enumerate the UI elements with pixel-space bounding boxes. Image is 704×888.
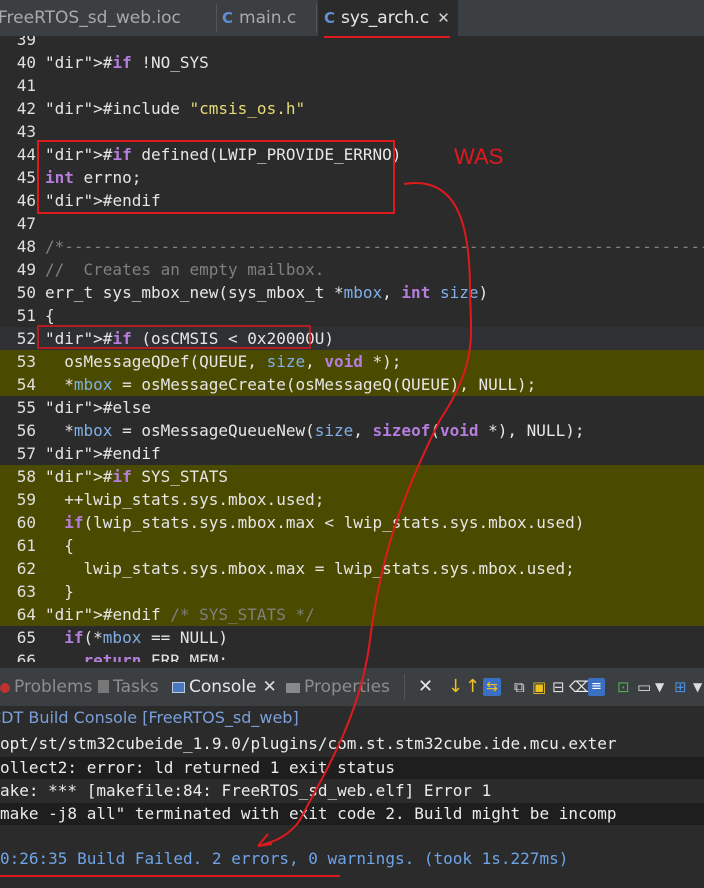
annotation-arrow <box>257 182 473 847</box>
annotation-box-was <box>37 140 395 214</box>
annotation-was-label: WAS <box>454 144 503 169</box>
annotation-box-line52 <box>37 325 311 349</box>
arrowhead-icon <box>257 833 273 847</box>
annotation-overlay: WAS <box>0 36 503 877</box>
